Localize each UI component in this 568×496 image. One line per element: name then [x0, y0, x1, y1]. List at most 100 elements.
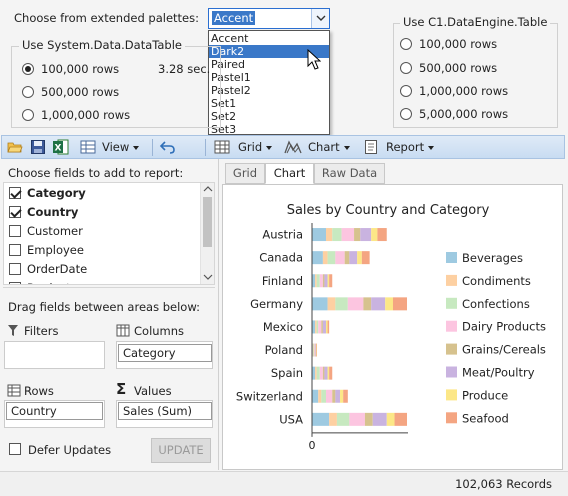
field-item[interactable]: Customer [4, 222, 200, 240]
bar-segment [316, 366, 320, 380]
tab-chart[interactable]: Chart [265, 163, 314, 184]
bar-segment [318, 320, 322, 334]
columns-drop-area[interactable]: Category [116, 341, 213, 369]
tab-grid[interactable]: Grid [225, 163, 265, 184]
x-tick-label: 0 [309, 439, 316, 452]
chart-menu-button[interactable]: Chart [308, 139, 350, 156]
bar-segment [343, 389, 348, 403]
dataengine-group-title: Use C1.DataEngine.Table [400, 15, 551, 29]
bar-segment [327, 320, 330, 334]
excel-icon[interactable]: X [52, 138, 69, 156]
field-checkbox[interactable] [9, 206, 21, 218]
dataengine-radio-500k[interactable] [400, 62, 412, 74]
bar-segment [385, 297, 393, 311]
bar-segment [324, 274, 328, 288]
grid-menu-button[interactable]: Grid [238, 139, 273, 156]
dataengine-radio-1m[interactable] [400, 85, 412, 97]
datatable-radio-1m[interactable] [22, 109, 34, 121]
bar-segment [327, 366, 330, 380]
palette-option[interactable]: Set1 [209, 97, 329, 110]
filters-drop-area[interactable] [4, 341, 105, 369]
datatable-group-title: Use System.Data.DataTable [19, 38, 185, 52]
columns-field-pill[interactable]: Category [118, 344, 212, 362]
legend-swatch [446, 297, 457, 309]
update-button[interactable]: UPDATE [151, 438, 211, 463]
palette-combo-value: Accent [212, 11, 256, 25]
field-checkbox[interactable] [9, 263, 21, 275]
bar-segment [332, 389, 336, 403]
bar-segment [371, 228, 378, 242]
field-checkbox[interactable] [9, 282, 21, 284]
bar-segment [315, 343, 317, 357]
open-folder-icon[interactable] [7, 139, 23, 155]
bar-segment [319, 274, 323, 288]
palette-dropdown-list[interactable]: Accent Dark2 Paired Pastel1 Pastel2 Set1 Set2 S… [208, 30, 330, 136]
values-drop-area[interactable]: Sales (Sum) [116, 400, 213, 428]
field-checkbox[interactable] [9, 225, 21, 237]
dataengine-option-label: 100,000 rows [419, 37, 498, 51]
bar-segment [321, 389, 327, 403]
y-tick-label: Spain [271, 366, 303, 380]
bar-segment [349, 251, 358, 265]
view-icon [80, 140, 96, 154]
toolbar-separator [205, 139, 206, 156]
field-item[interactable]: OrderDate [4, 260, 200, 278]
chart-menu-label: Chart [308, 140, 340, 154]
scroll-up-icon[interactable] [203, 185, 213, 193]
field-checkbox[interactable] [9, 244, 21, 256]
caret-down-icon [266, 145, 273, 150]
chart-panel: Sales by Country and Category Austria Cana… [222, 184, 563, 470]
legend-label: Seafood [462, 411, 509, 425]
view-menu-button[interactable]: View [102, 139, 140, 156]
scrollbar-thumb[interactable] [203, 197, 212, 247]
legend-swatch [446, 366, 457, 378]
field-label: Product [27, 281, 71, 284]
save-icon[interactable] [30, 139, 46, 155]
rows-drop-area[interactable]: Country [4, 400, 105, 428]
bar-segment [363, 297, 372, 311]
bar-segment [321, 320, 323, 334]
field-list-scrollbar[interactable] [200, 183, 214, 284]
field-label: OrderDate [27, 262, 88, 276]
bar-segment [371, 297, 386, 311]
divider [3, 287, 215, 288]
datatable-option-label: 100,000 rows [41, 62, 120, 76]
values-label: Values [134, 384, 172, 398]
field-checkbox[interactable] [9, 187, 21, 199]
field-item[interactable]: Category [4, 184, 200, 202]
bar-segment [315, 366, 317, 380]
dataengine-radio-5m[interactable] [400, 108, 412, 120]
palette-option[interactable]: Set2 [209, 110, 329, 123]
legend-swatch [446, 389, 457, 401]
bar-segment [312, 389, 319, 403]
chart-title: Sales by Country and Category [287, 203, 490, 218]
rows-field-pill[interactable]: Country [6, 402, 103, 420]
report-menu-button[interactable]: Report [386, 139, 435, 156]
palette-dropdown-button[interactable] [311, 9, 329, 28]
bar-segment [372, 412, 387, 426]
bar-segment [315, 320, 317, 334]
palette-combo[interactable]: Accent [208, 8, 330, 29]
tab-raw-data[interactable]: Raw Data [314, 163, 385, 184]
field-item[interactable]: Country [4, 203, 200, 221]
field-item[interactable]: Employee [4, 241, 200, 259]
legend-label: Beverages [462, 251, 523, 265]
datatable-radio-500k[interactable] [22, 86, 34, 98]
dataengine-option-label: 1,000,000 rows [419, 84, 509, 98]
bar-segment [322, 366, 325, 380]
bar-segment [329, 366, 333, 380]
defer-updates-checkbox[interactable] [9, 443, 21, 455]
palette-option[interactable]: Pastel2 [209, 84, 329, 97]
dataengine-radio-100k[interactable] [400, 38, 412, 50]
filter-icon [8, 325, 18, 336]
scroll-down-icon[interactable] [203, 273, 213, 281]
field-list[interactable]: Category Country Customer Employee OrderDate… [3, 182, 215, 285]
undo-icon[interactable] [159, 139, 177, 155]
palette-option[interactable]: Accent [209, 32, 329, 45]
values-field-pill[interactable]: Sales (Sum) [118, 402, 212, 420]
datatable-radio-100k[interactable] [22, 63, 34, 75]
palette-option[interactable]: Pastel1 [209, 71, 329, 84]
bar-segment [318, 389, 322, 403]
palette-label: Choose from extended palettes: [14, 11, 199, 25]
field-item[interactable]: Product [4, 279, 200, 284]
